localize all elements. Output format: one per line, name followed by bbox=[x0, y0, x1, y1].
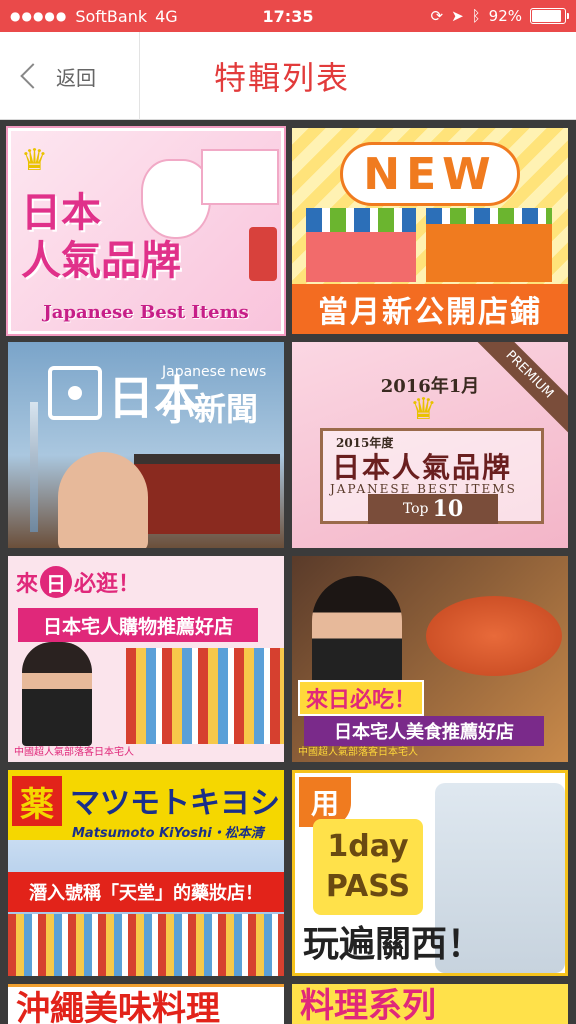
tile-title-line1: 日本 bbox=[21, 190, 101, 236]
shop-image bbox=[306, 232, 416, 282]
feature-tile-best-items-top10[interactable]: PREMIUM 2016年1月 ♛ 2015年度 日本人氣品牌 JAPANESE… bbox=[292, 342, 568, 548]
pass-badge: 1day PASS bbox=[313, 819, 423, 915]
tile-subtitle: Japanese news bbox=[162, 364, 267, 380]
tile-title-part: 必逛！ bbox=[74, 572, 141, 597]
bottle-image bbox=[249, 227, 277, 281]
tile-title: 日本 人氣品牌 bbox=[21, 189, 181, 285]
back-label: 返回 bbox=[56, 65, 96, 90]
tile-caption: 玩遍關西！ bbox=[303, 924, 484, 965]
tile-banner: 日本宅人購物推薦好店 bbox=[18, 608, 258, 642]
battery-level bbox=[532, 10, 562, 22]
back-button[interactable]: 返回 bbox=[0, 32, 140, 120]
feature-tile-japan-popular-brands[interactable]: ♛ 日本 人氣品牌 Japanese Best Items bbox=[6, 126, 286, 336]
tile-credit: 中國超人氣部落客日本宅人 bbox=[298, 747, 418, 758]
signal-strength-icon: ●●●●● bbox=[10, 9, 68, 23]
tile-title-circle: 日 bbox=[40, 566, 73, 598]
tile-title-line2: 人氣品牌 bbox=[21, 238, 181, 284]
feature-tile-matsumoto-kiyoshi[interactable]: 薬 マツモトキヨシ Matsumoto KiYoshi・松本清 潛入號稱「天堂」… bbox=[8, 770, 284, 976]
tile-title-part: 來 bbox=[16, 572, 39, 597]
store-shelves-photo bbox=[8, 914, 284, 976]
store-photo bbox=[126, 648, 284, 744]
rank-label: Top bbox=[402, 501, 429, 517]
page-title: 特輯列表 bbox=[214, 59, 351, 97]
battery-percent: 92% bbox=[488, 7, 522, 25]
skytree-image bbox=[30, 402, 38, 532]
feature-tile-food-stores[interactable]: 來日必吃！ 日本宅人美食推薦好店 中國超人氣部落客日本宅人 bbox=[292, 556, 568, 762]
tile-title: 日本人氣品牌 bbox=[332, 451, 513, 484]
tile-caption: 潛入號稱「天堂」的藥妝店！ bbox=[8, 872, 284, 912]
feature-grid: ♛ 日本 人氣品牌 Japanese Best Items NEW 當月新公開店… bbox=[0, 120, 576, 1024]
hotpot-photo bbox=[426, 596, 562, 676]
person-photo bbox=[58, 452, 148, 548]
feature-tile-kansai-pass[interactable]: 用 1day PASS 玩遍關西！ bbox=[292, 770, 568, 976]
tile-caption: 料理系列 bbox=[300, 986, 436, 1024]
temple-image bbox=[134, 454, 280, 534]
brand-logo: マツモトキヨシ bbox=[70, 786, 280, 821]
news-logo-icon bbox=[48, 366, 102, 420]
navigation-bar: 返回 特輯列表 bbox=[0, 32, 576, 120]
bluetooth-icon: ᛒ bbox=[471, 7, 481, 25]
crown-icon: ♛ bbox=[410, 392, 437, 427]
network-label: 4G bbox=[155, 6, 178, 26]
shop-image bbox=[426, 224, 552, 282]
status-bar: ●●●●● SoftBank 4G 17:35 ⟳ ➤ ᛒ 92% bbox=[0, 0, 576, 32]
tile-caption: 當月新公開店鋪 bbox=[292, 284, 568, 334]
tile-caption: 沖繩美味料理 bbox=[16, 989, 220, 1024]
brand-subtitle: Matsumoto KiYoshi・松本清 bbox=[72, 826, 264, 841]
crown-icon: ♛ bbox=[21, 143, 48, 178]
feature-tile-new-stores[interactable]: NEW 當月新公開店鋪 bbox=[292, 128, 568, 334]
tile-title-2: 小新聞 bbox=[162, 390, 259, 428]
feature-tile-cuisine-series[interactable]: 料理系列 bbox=[292, 984, 568, 1024]
pharmacy-mark: 薬 bbox=[12, 776, 62, 826]
carrier-label: SoftBank bbox=[75, 6, 148, 26]
location-icon: ➤ bbox=[451, 7, 464, 25]
feature-tile-okinawa-food[interactable]: 沖繩美味料理 bbox=[8, 984, 284, 1024]
person-photo bbox=[22, 642, 92, 746]
tile-banner: 日本宅人美食推薦好店 bbox=[304, 716, 544, 746]
pass-line: 1day bbox=[327, 829, 409, 864]
tile-credit: 中國超人氣部落客日本宅人 bbox=[14, 747, 134, 758]
cosmetic-box-image bbox=[201, 149, 279, 205]
tile-title: 來 日 必逛！ bbox=[16, 566, 140, 598]
pass-line: PASS bbox=[325, 869, 411, 904]
battery-icon bbox=[530, 8, 569, 24]
chevron-left-icon bbox=[20, 63, 46, 89]
awning-image bbox=[306, 208, 416, 234]
tile-subtitle: Japanese Best Items bbox=[43, 302, 249, 323]
feature-tile-japan-news[interactable]: 日本 Japanese news 小新聞 bbox=[8, 342, 284, 548]
tile-title: 來日必吃！ bbox=[298, 680, 425, 716]
new-badge: NEW bbox=[340, 142, 520, 206]
rank-value: 10 bbox=[432, 496, 464, 522]
feature-tile-shopping-stores[interactable]: 來 日 必逛！ 日本宅人購物推薦好店 中國超人氣部落客日本宅人 bbox=[8, 556, 284, 762]
rank-badge: Top 10 bbox=[368, 494, 498, 524]
rotation-lock-icon: ⟳ bbox=[430, 7, 444, 25]
